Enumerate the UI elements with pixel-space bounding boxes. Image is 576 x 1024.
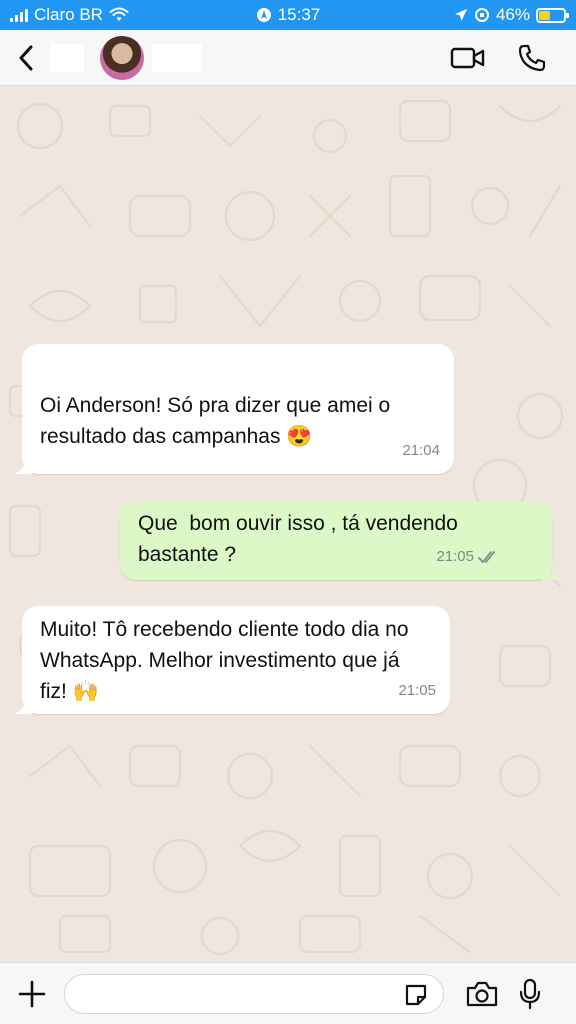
status-right: 46% — [454, 5, 569, 25]
message-bubble-incoming[interactable]: Oi Anderson! Só pra dizer que amei o res… — [14, 344, 454, 474]
sticker-icon[interactable] — [403, 982, 429, 1008]
camera-button[interactable] — [464, 976, 500, 1012]
voice-message-button[interactable] — [512, 976, 548, 1012]
plus-icon — [18, 980, 46, 1007]
attach-button[interactable] — [14, 976, 50, 1012]
phone-icon — [518, 44, 546, 71]
camera-icon — [466, 981, 498, 1006]
location-arrow-icon — [454, 9, 467, 21]
video-call-button[interactable] — [448, 38, 488, 78]
location-compass-icon — [256, 8, 271, 22]
carrier-name: Claro BR — [34, 5, 103, 24]
message-bubble-incoming[interactable]: Muito! Tô recebendo cliente todo dia no … — [14, 606, 450, 714]
message-time: 21:05 — [398, 682, 436, 699]
bubble-tail — [14, 700, 32, 714]
voice-call-button[interactable] — [512, 38, 552, 78]
video-camera-icon — [450, 47, 485, 68]
status-left: Claro BR — [10, 5, 129, 25]
message-meta: 21:04 — [402, 435, 440, 466]
message-meta: 21:05 — [398, 675, 436, 706]
message-text: Oi Anderson! Só pra dizer que amei o res… — [40, 394, 397, 448]
back-button[interactable] — [6, 30, 46, 86]
redacted-block — [50, 43, 84, 72]
header-actions — [448, 38, 552, 78]
message-field[interactable] — [64, 973, 444, 1014]
battery-percent: 46% — [495, 5, 530, 24]
chat-area[interactable]: Oi Anderson! Só pra dizer que amei o res… — [0, 86, 576, 962]
battery-icon — [536, 7, 569, 23]
message-meta: 21:05 — [436, 541, 500, 572]
message-input-bar — [0, 962, 576, 1024]
screen-lock-icon — [474, 8, 489, 22]
message-time: 21:04 — [402, 442, 440, 459]
microphone-icon — [519, 978, 541, 1009]
signal-icon — [10, 8, 28, 22]
bubble-tail — [542, 566, 560, 580]
avatar[interactable] — [100, 35, 144, 80]
wifi-icon — [109, 7, 129, 21]
clock: 15:37 — [277, 5, 321, 24]
status-bar: Claro BR 15:37 46% — [0, 0, 576, 30]
double-check-icon — [478, 550, 495, 563]
message-text: Muito! Tô recebendo cliente todo dia no … — [40, 618, 415, 703]
contact-name-redacted[interactable] — [152, 43, 202, 72]
bubble-tail — [14, 460, 32, 474]
message-input[interactable] — [79, 974, 399, 1013]
chevron-left-icon — [19, 45, 33, 70]
message-bubble-outgoing[interactable]: Que bom ouvir isso , tá vendendo bastant… — [120, 502, 560, 580]
chat-header — [0, 30, 576, 86]
message-time: 21:05 — [436, 548, 474, 565]
